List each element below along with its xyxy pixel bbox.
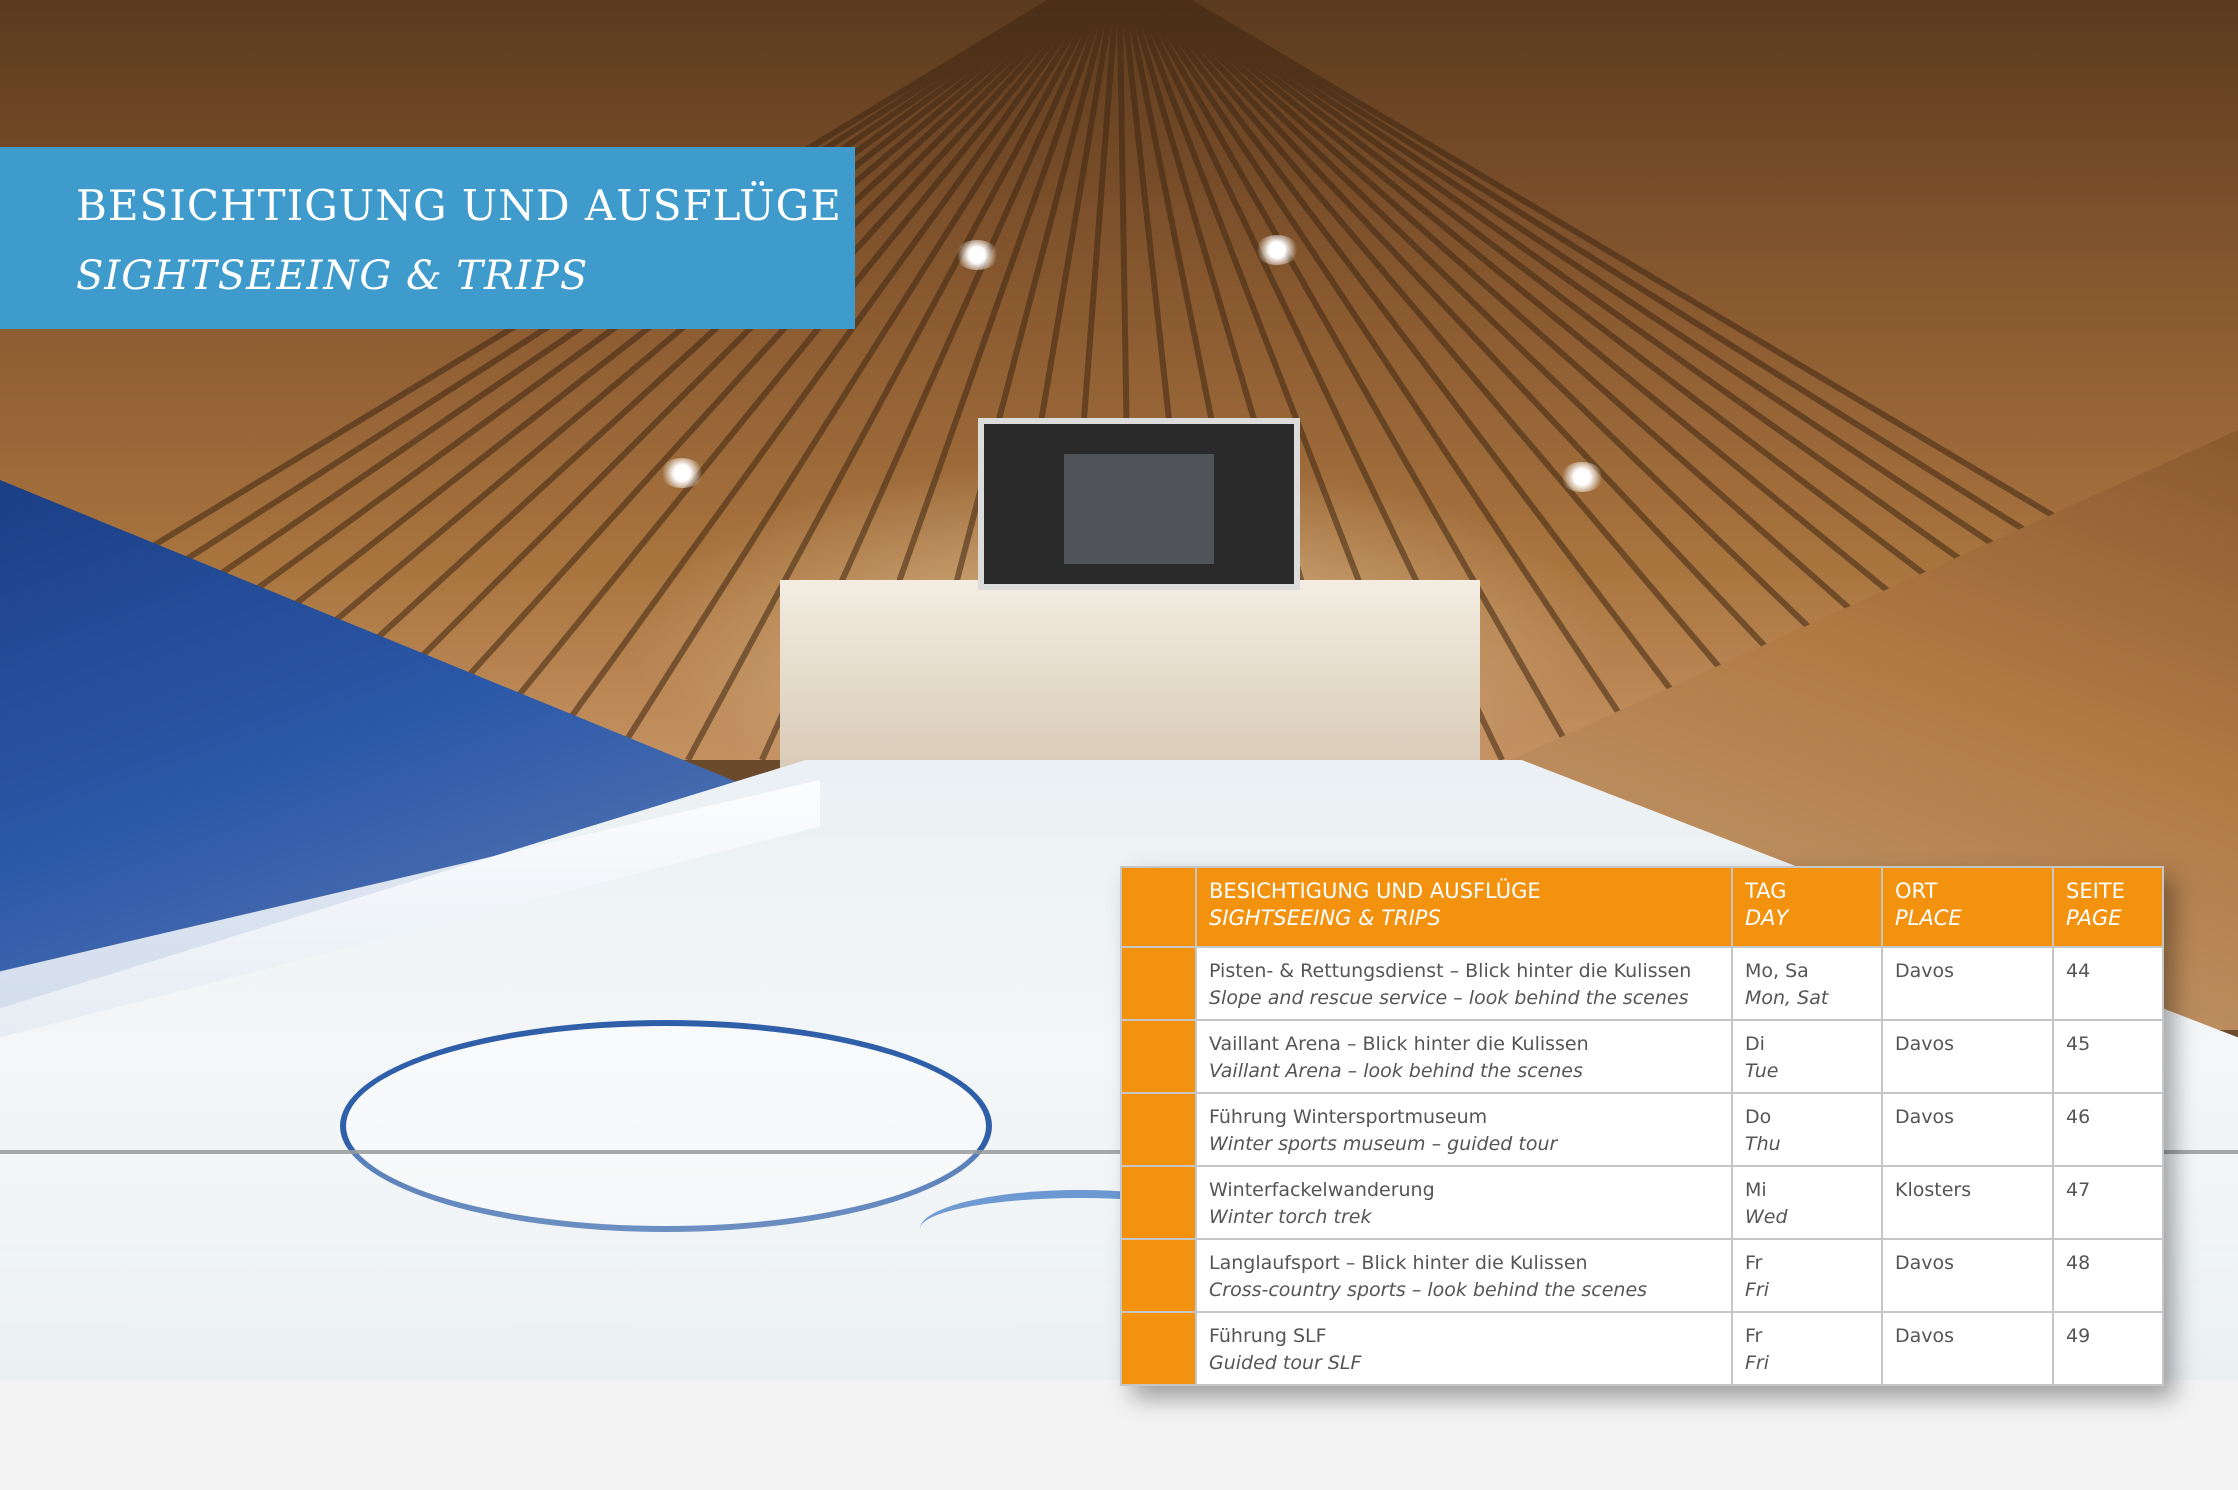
activity-de: Führung Wintersportmuseum	[1209, 1106, 1488, 1128]
place-cell: Davos	[1881, 1311, 2054, 1386]
day-en: Fri	[1745, 1352, 1770, 1374]
header-activity-en: SIGHTSEEING & TRIPS	[1209, 906, 1441, 930]
activity-en: Vaillant Arena – look behind the scenes	[1209, 1060, 1583, 1082]
day-de: Mo, Sa	[1745, 960, 1809, 982]
table-row: Führung Wintersportmuseum Winter sports m…	[1120, 1092, 2164, 1167]
far-end-stand	[780, 580, 1480, 780]
day-cell: Di Tue	[1731, 1019, 1883, 1094]
rink-edge	[0, 1380, 2238, 1490]
header-place-de: ORT	[1895, 879, 1938, 903]
orange-band	[1120, 1092, 1197, 1167]
table-row: Winterfackelwanderung Winter torch trek M…	[1120, 1165, 2164, 1240]
header-page-en: PAGE	[2066, 906, 2122, 930]
table-row: Vaillant Arena – Blick hinter die Kuliss…	[1120, 1019, 2164, 1094]
day-cell: Fr Fri	[1731, 1238, 1883, 1313]
day-en: Thu	[1745, 1133, 1781, 1155]
activity-cell: Pisten- & Rettungsdienst – Blick hinter …	[1195, 946, 1733, 1021]
orange-band	[1120, 866, 1197, 948]
orange-band	[1120, 1165, 1197, 1240]
activity-en: Slope and rescue service – look behind t…	[1209, 987, 1689, 1009]
day-de: Fr	[1745, 1325, 1763, 1347]
title-banner: BESICHTIGUNG UND AUSFLÜGE SIGHTSEEING & …	[0, 147, 855, 329]
page-cell: 45	[2052, 1019, 2164, 1094]
activity-en: Cross-country sports – look behind the s…	[1209, 1279, 1648, 1301]
day-cell: Fr Fri	[1731, 1311, 1883, 1386]
table-row: Pisten- & Rettungsdienst – Blick hinter …	[1120, 946, 2164, 1021]
table-header-row: BESICHTIGUNG UND AUSFLÜGE SIGHTSEEING & …	[1120, 866, 2164, 948]
day-de: Di	[1745, 1033, 1765, 1055]
header-page-de: SEITE	[2066, 879, 2125, 903]
activity-de: Führung SLF	[1209, 1325, 1327, 1347]
header-activity-de: BESICHTIGUNG UND AUSFLÜGE	[1209, 879, 1541, 903]
day-de: Do	[1745, 1106, 1772, 1128]
orange-band	[1120, 1019, 1197, 1094]
activity-cell: Winterfackelwanderung Winter torch trek	[1195, 1165, 1733, 1240]
floodlight	[1560, 462, 1604, 492]
activity-de: Winterfackelwanderung	[1209, 1179, 1435, 1201]
page-cell: 48	[2052, 1238, 2164, 1313]
place-cell: Davos	[1881, 1019, 2054, 1094]
column-header-day: TAG DAY	[1731, 866, 1883, 948]
activity-de: Pisten- & Rettungsdienst – Blick hinter …	[1209, 960, 1692, 982]
activity-cell: Führung SLF Guided tour SLF	[1195, 1311, 1733, 1386]
place-cell: Klosters	[1881, 1165, 2054, 1240]
video-screen	[1064, 454, 1214, 564]
day-en: Tue	[1745, 1060, 1779, 1082]
activity-cell: Langlaufsport – Blick hinter die Kulisse…	[1195, 1238, 1733, 1313]
day-de: Fr	[1745, 1252, 1763, 1274]
scoreboard	[978, 418, 1300, 590]
orange-band	[1120, 1311, 1197, 1386]
day-en: Wed	[1745, 1206, 1788, 1228]
title-english: SIGHTSEEING & TRIPS	[76, 253, 589, 299]
day-cell: Do Thu	[1731, 1092, 1883, 1167]
activity-en: Guided tour SLF	[1209, 1352, 1362, 1374]
day-cell: Mo, Sa Mon, Sat	[1731, 946, 1883, 1021]
activity-de: Vaillant Arena – Blick hinter die Kuliss…	[1209, 1033, 1589, 1055]
header-day-de: TAG	[1745, 879, 1787, 903]
page-cell: 46	[2052, 1092, 2164, 1167]
day-cell: Mi Wed	[1731, 1165, 1883, 1240]
floodlight	[1255, 235, 1299, 265]
column-header-activity: BESICHTIGUNG UND AUSFLÜGE SIGHTSEEING & …	[1195, 866, 1733, 948]
title-german: BESICHTIGUNG UND AUSFLÜGE	[76, 181, 842, 230]
column-header-place: ORT PLACE	[1881, 866, 2054, 948]
page-cell: 49	[2052, 1311, 2164, 1386]
activity-cell: Vaillant Arena – Blick hinter die Kuliss…	[1195, 1019, 1733, 1094]
activity-en: Winter sports museum – guided tour	[1209, 1133, 1558, 1155]
place-cell: Davos	[1881, 946, 2054, 1021]
header-day-en: DAY	[1745, 906, 1789, 930]
place-cell: Davos	[1881, 1238, 2054, 1313]
day-de: Mi	[1745, 1179, 1767, 1201]
header-place-en: PLACE	[1895, 906, 1962, 930]
activity-cell: Führung Wintersportmuseum Winter sports m…	[1195, 1092, 1733, 1167]
place-cell: Davos	[1881, 1092, 2054, 1167]
table-row: Langlaufsport – Blick hinter die Kulisse…	[1120, 1238, 2164, 1313]
schedule-table: BESICHTIGUNG UND AUSFLÜGE SIGHTSEEING & …	[1120, 866, 2164, 1386]
floodlight	[955, 240, 999, 270]
activity-de: Langlaufsport – Blick hinter die Kulisse…	[1209, 1252, 1588, 1274]
activity-en: Winter torch trek	[1209, 1206, 1372, 1228]
page-cell: 47	[2052, 1165, 2164, 1240]
table-row: Führung SLF Guided tour SLF Fr Fri Davos 4…	[1120, 1311, 2164, 1386]
floodlight	[660, 458, 704, 488]
orange-band	[1120, 946, 1197, 1021]
column-header-page: SEITE PAGE	[2052, 866, 2164, 948]
day-en: Mon, Sat	[1745, 987, 1829, 1009]
page-cell: 44	[2052, 946, 2164, 1021]
orange-band	[1120, 1238, 1197, 1313]
day-en: Fri	[1745, 1279, 1770, 1301]
